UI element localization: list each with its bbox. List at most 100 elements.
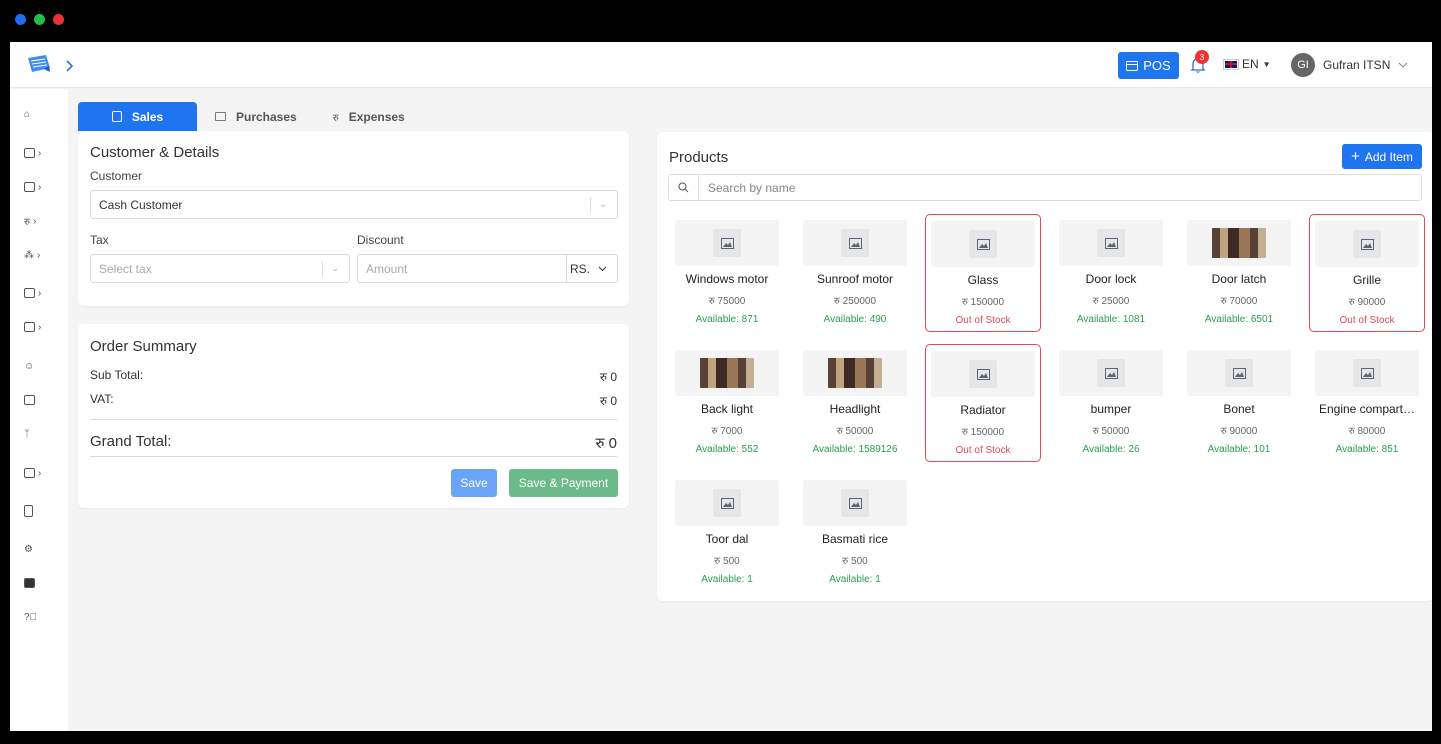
image-placeholder-icon — [841, 489, 869, 517]
product-image — [675, 220, 779, 266]
chevron-right-icon: › — [38, 287, 42, 299]
tab-purchases[interactable]: Purchases — [197, 102, 315, 131]
sidebar-network[interactable]: ⁂ › — [24, 247, 48, 263]
pos-button[interactable]: POS — [1118, 52, 1179, 79]
sidebar-clipboard[interactable] — [24, 503, 48, 519]
sidebar-users[interactable]: ☺ — [24, 358, 48, 374]
save-button[interactable]: Save — [451, 469, 497, 497]
pos-label: POS — [1143, 58, 1171, 73]
chevron-down-icon: ⌄ — [331, 263, 340, 274]
help-icon: ?⃝ — [24, 611, 38, 623]
sidebar-settings[interactable]: ⚙ — [24, 541, 48, 557]
sidebar-expenses[interactable]: रु › — [24, 213, 48, 229]
add-item-button[interactable]: + Add Item — [1342, 144, 1422, 169]
customer-details-card: Customer & Details Customer Cash Custome… — [78, 131, 629, 306]
product-price: रु 70000 — [1220, 296, 1258, 307]
chevron-right-icon: › — [38, 467, 42, 479]
save-payment-button[interactable]: Save & Payment — [509, 469, 618, 497]
product-search[interactable]: Search by name — [668, 174, 1422, 201]
product-price: रु 150000 — [961, 427, 1005, 438]
window-dot-green[interactable] — [34, 14, 45, 25]
language-selector[interactable]: EN ▼ — [1223, 57, 1271, 71]
image-placeholder-icon — [1097, 359, 1125, 387]
chevron-right-icon: › — [37, 249, 41, 261]
product-card[interactable]: bumper रु 50000 Available: 26 — [1053, 344, 1169, 462]
availability-label: Available: 552 — [695, 444, 759, 455]
product-card[interactable]: Engine compart… रु 80000 Available: 851 — [1309, 344, 1425, 462]
sidebar-books[interactable]: › — [24, 285, 48, 301]
sidebar-copy[interactable] — [24, 575, 48, 591]
app-screen: POS 3 EN ▼ GI Gufran ITSN ⌂ › › रु › ⁂ › ›… — [10, 42, 1432, 731]
discount-unit-select[interactable]: RS. — [566, 254, 618, 283]
product-name: Back light — [700, 402, 754, 416]
product-card[interactable]: Toor dal रु 500 Available: 1 — [669, 474, 785, 592]
product-name: Door lock — [1085, 272, 1137, 286]
out-of-stock-label: Out of Stock — [1339, 315, 1395, 326]
sidebar-purchases[interactable]: › — [24, 179, 48, 195]
product-price: रु 50000 — [1092, 426, 1130, 437]
grand-total-row: Grand Total: रु 0 — [90, 433, 617, 453]
subtotal-row: Sub Total: रु 0 — [90, 368, 617, 385]
search-icon — [678, 182, 689, 193]
image-placeholder-icon — [969, 360, 997, 388]
image-placeholder-icon — [969, 230, 997, 258]
copy-icon — [24, 578, 35, 588]
image-placeholder-icon — [1225, 359, 1253, 387]
sidebar-sales[interactable]: › — [24, 145, 48, 161]
tax-label: Tax — [90, 233, 109, 247]
user-name: Gufran ITSN — [1323, 58, 1391, 72]
customer-select[interactable]: Cash Customer ⌄ — [90, 190, 618, 219]
user-menu[interactable]: GI Gufran ITSN — [1291, 53, 1408, 77]
sidebar-payments[interactable]: › — [24, 319, 48, 335]
product-card[interactable]: Headlight रु 50000 Available: 1589126 — [797, 344, 913, 462]
tab-expenses[interactable]: रु Expenses — [315, 102, 423, 131]
grid-icon — [24, 468, 35, 478]
sidebar-store[interactable] — [24, 392, 48, 408]
product-image — [1315, 350, 1419, 396]
product-image — [803, 220, 907, 266]
product-card[interactable]: Back light रु 7000 Available: 552 — [669, 344, 785, 462]
subtotal-label: Sub Total: — [90, 368, 144, 382]
window-dot-blue[interactable] — [15, 14, 26, 25]
product-card[interactable]: Sunroof motor रु 250000 Available: 490 — [797, 214, 913, 332]
product-card[interactable]: Glass रु 150000 Out of Stock — [925, 214, 1041, 332]
search-input[interactable]: Search by name — [699, 175, 795, 200]
window-dot-red[interactable] — [53, 14, 64, 25]
product-image — [1059, 220, 1163, 266]
customer-label: Customer — [90, 169, 143, 183]
plus-icon: + — [1351, 148, 1360, 165]
product-name: Headlight — [829, 402, 881, 416]
search-button[interactable] — [669, 175, 699, 200]
discount-label: Discount — [357, 233, 404, 247]
product-photo — [700, 358, 754, 388]
grand-total-label: Grand Total: — [90, 433, 172, 450]
product-card[interactable]: Bonet रु 90000 Available: 101 — [1181, 344, 1297, 462]
tax-select[interactable]: Select tax ⌄ — [90, 254, 350, 283]
sidebar-apps[interactable]: › — [24, 465, 48, 481]
rupee-icon: रु — [332, 112, 339, 124]
sidebar-activity[interactable]: ᛉ — [24, 426, 48, 442]
product-card[interactable]: Windows motor रु 75000 Available: 871 — [669, 214, 785, 332]
divider — [90, 456, 617, 457]
app-logo-icon[interactable] — [26, 54, 52, 74]
product-image — [931, 221, 1035, 267]
product-card[interactable]: Door lock रु 25000 Available: 1081 — [1053, 214, 1169, 332]
product-card[interactable]: Door latch रु 70000 Available: 6501 — [1181, 214, 1297, 332]
product-card[interactable]: Basmati rice रु 500 Available: 1 — [797, 474, 913, 592]
product-photo — [1212, 228, 1266, 258]
tab-expenses-label: Expenses — [348, 109, 405, 124]
chevron-down-icon — [1399, 62, 1408, 68]
sidebar-help[interactable]: ?⃝ — [24, 609, 48, 625]
tab-sales[interactable]: Sales — [78, 102, 197, 131]
discount-amount-input[interactable]: Amount — [357, 254, 567, 283]
product-name: Bonet — [1223, 402, 1255, 416]
product-name: Radiator — [960, 403, 1006, 417]
product-card[interactable]: Radiator रु 150000 Out of Stock — [925, 344, 1041, 462]
product-card[interactable]: Grille रु 90000 Out of Stock — [1309, 214, 1425, 332]
chevron-right-icon: › — [38, 147, 42, 159]
rupee-icon: रु — [24, 217, 30, 228]
chevron-right-icon[interactable] — [60, 57, 78, 75]
sidebar-home[interactable]: ⌂ — [24, 106, 48, 122]
language-label: EN — [1242, 57, 1259, 71]
product-price: रु 25000 — [1092, 296, 1130, 307]
